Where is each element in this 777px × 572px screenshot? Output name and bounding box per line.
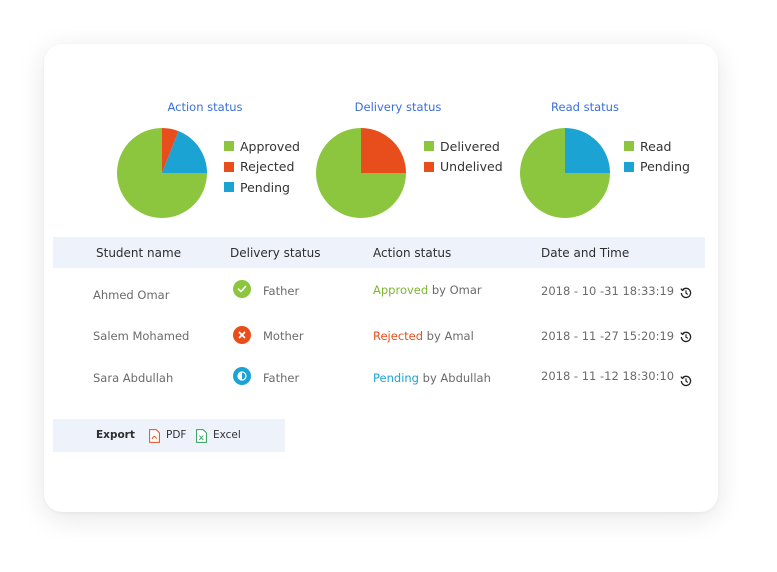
legend-swatch <box>224 182 234 193</box>
legend-swatch <box>624 161 634 172</box>
half-circle-icon <box>233 367 251 385</box>
cross-icon <box>233 326 251 344</box>
delivery-recipient: Father <box>263 284 300 298</box>
table-row: Sara Abdullah Father Pending by Abdullah… <box>44 358 718 398</box>
legend-label: Pending <box>640 159 690 175</box>
history-icon[interactable] <box>680 284 692 299</box>
legend-swatch <box>224 161 234 172</box>
action-by: by Omar <box>428 283 482 297</box>
table-row: Salem Mohamed Mother Rejected by Amal 20… <box>44 316 718 356</box>
chart-legend: Approved Rejected Pending <box>224 136 300 198</box>
action-status-value: Pending <box>373 371 419 385</box>
legend-swatch <box>424 141 434 152</box>
dashboard-card: Action status Approved Rejected Pending … <box>44 44 718 512</box>
chart-title: Read status <box>551 100 619 114</box>
pie-chart <box>117 128 207 218</box>
legend-swatch <box>424 161 434 172</box>
legend-swatch <box>224 141 234 152</box>
table-row: Ahmed Omar Father Approved by Omar 2018 … <box>44 274 718 314</box>
legend-item-read: Read <box>624 136 690 157</box>
pie-slice-undelived <box>361 128 406 173</box>
action-status-chart: Action status Approved Rejected Pending <box>116 100 316 230</box>
legend-label: Undelived <box>440 159 503 175</box>
export-pdf-button[interactable]: PDF <box>166 429 186 441</box>
delivery-recipient: Father <box>263 371 300 385</box>
pie-slice-pending <box>565 128 610 173</box>
legend-label: Read <box>640 138 672 154</box>
chart-legend: Read Pending <box>624 136 690 177</box>
action-by: by Abdullah <box>418 371 491 385</box>
action-status-value: Approved <box>373 283 429 297</box>
action-status: Approved by Omar <box>373 283 482 297</box>
action-status: Pending by Abdullah <box>373 371 491 385</box>
pie-chart <box>316 128 406 218</box>
table-header: Student name Delivery status Action stat… <box>53 237 705 268</box>
legend-label: Pending <box>240 179 290 195</box>
action-status: Rejected by Amal <box>373 329 474 343</box>
legend-item-undelived: Undelived <box>424 157 503 178</box>
column-header-datetime: Date and Time <box>541 246 630 260</box>
legend-item-approved: Approved <box>224 136 300 157</box>
date-time: 2018 - 11 -27 15:20:19 <box>541 329 675 343</box>
read-status-chart: Read status Read Pending <box>519 100 719 230</box>
chart-legend: Delivered Undelived <box>424 136 503 177</box>
history-icon[interactable] <box>680 372 692 387</box>
column-header-action: Action status <box>373 246 452 260</box>
chart-title: Action status <box>167 100 243 114</box>
legend-label: Rejected <box>240 159 295 175</box>
legend-item-pending: Pending <box>624 157 690 178</box>
export-label: Export <box>96 429 135 441</box>
legend-item-rejected: Rejected <box>224 157 300 178</box>
excel-file-icon[interactable] <box>196 428 207 443</box>
check-icon <box>233 280 251 298</box>
legend-label: Delivered <box>440 138 500 154</box>
student-name: Ahmed Omar <box>93 288 170 302</box>
delivery-status-chart: Delivery status Delivered Undelived <box>315 100 515 230</box>
column-header-delivery: Delivery status <box>230 246 321 260</box>
legend-item-delivered: Delivered <box>424 136 503 157</box>
student-name: Salem Mohamed <box>93 329 190 343</box>
action-by: by Amal <box>423 329 474 343</box>
legend-label: Approved <box>240 138 300 154</box>
date-time: 2018 - 11 -12 18:30:10 <box>541 369 675 383</box>
delivery-recipient: Mother <box>263 329 304 343</box>
pie-chart <box>520 128 610 218</box>
legend-item-pending: Pending <box>224 177 300 198</box>
history-icon[interactable] <box>680 328 692 343</box>
date-time: 2018 - 10 -31 18:33:19 <box>541 284 675 298</box>
export-bar: Export PDF Excel <box>53 419 285 452</box>
pdf-file-icon[interactable] <box>149 428 160 443</box>
column-header-student: Student name <box>96 246 182 260</box>
student-name: Sara Abdullah <box>93 371 174 385</box>
action-status-value: Rejected <box>373 329 424 343</box>
chart-title: Delivery status <box>354 100 442 114</box>
export-excel-button[interactable]: Excel <box>213 429 241 441</box>
legend-swatch <box>624 141 634 152</box>
